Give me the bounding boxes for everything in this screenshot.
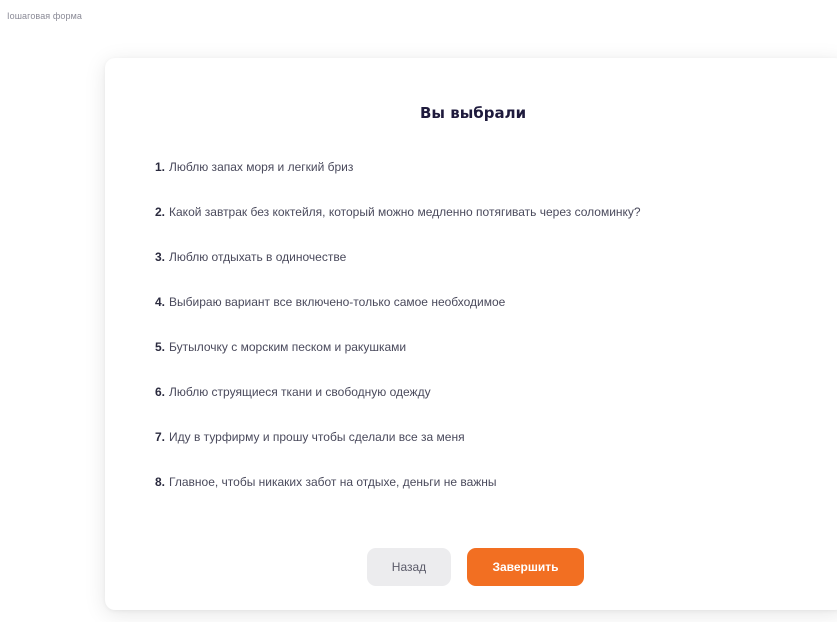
form-caption: Iошаговая форма <box>7 11 82 21</box>
answer-item: 1. Люблю запах моря и легкий бриз <box>155 159 641 204</box>
answer-number: 4. <box>155 295 166 309</box>
card-title-text: Вы выбрали <box>420 104 527 122</box>
answer-number: 6. <box>155 385 166 399</box>
answer-item: 2. Какой завтрак без коктейля, который мо… <box>155 204 641 249</box>
answer-number: 8. <box>155 475 166 489</box>
answer-item: 3. Люблю отдыхать в одиночестве <box>155 249 641 294</box>
answer-text: Люблю струящиеся ткани и свободную одежд… <box>169 385 431 399</box>
answer-text: Иду в турфирму и прошу чтобы сделали все… <box>169 430 465 444</box>
answer-text: Главное, чтобы никаких забот на отдыхе, … <box>169 475 497 489</box>
answer-item: 6. Люблю струящиеся ткани и свободную оде… <box>155 384 641 429</box>
answer-text: Люблю запах моря и легкий бриз <box>169 160 354 174</box>
back-button[interactable]: Назад <box>367 548 451 586</box>
answer-text: Выбираю вариант все включено-только само… <box>169 295 506 309</box>
answer-number: 7. <box>155 430 166 444</box>
answers-list: 1. Люблю запах моря и легкий бриз 2. Какой… <box>155 159 641 519</box>
answer-number: 1. <box>155 160 166 174</box>
answer-item: 8. Главное, чтобы никаких забот на отдыхе… <box>155 474 641 519</box>
answer-text: Бутылочку с морским песком и ракушками <box>169 340 407 354</box>
answer-number: 2. <box>155 205 166 219</box>
answer-item: 4. Выбираю вариант все включено-только са… <box>155 294 641 339</box>
finish-button[interactable]: Завершить <box>467 548 584 586</box>
answer-number: 3. <box>155 250 166 264</box>
answer-item: 5. Бутылочку с морским песком и ракушками <box>155 339 641 384</box>
summary-card: Вы выбрали 1. Люблю запах моря и легкий б… <box>105 58 837 610</box>
answer-text: Люблю отдыхать в одиночестве <box>169 250 347 264</box>
answer-text: Какой завтрак без коктейля, который можн… <box>169 205 641 219</box>
answer-number: 5. <box>155 340 166 354</box>
answer-item: 7. Иду в турфирму и прошу чтобы сделали в… <box>155 429 641 474</box>
